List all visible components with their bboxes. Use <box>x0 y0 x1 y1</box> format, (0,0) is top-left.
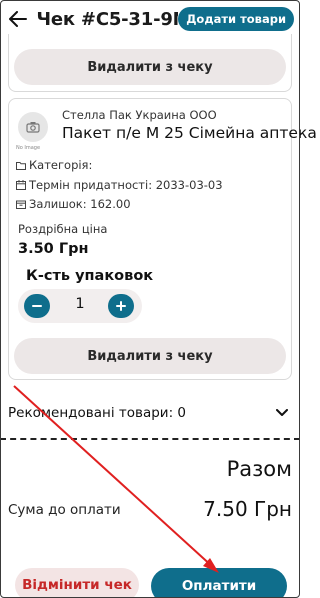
bottom-action-bar: Відмінити чек Оплатити <box>0 560 300 598</box>
product-name: Пакет п/е М 25 Сімейна аптека <box>62 124 317 142</box>
supplier-name: Стелла Пак Украина ООО <box>62 108 217 122</box>
quantity-label: К-сть упаковок <box>26 268 154 284</box>
product-image-placeholder <box>18 112 48 142</box>
cancel-receipt-button[interactable]: Відмінити чек <box>15 568 139 598</box>
recommended-label: Рекомендовані товари: 0 <box>8 405 186 421</box>
camera-icon <box>26 122 40 133</box>
stock-text: Залишок: 162.00 <box>29 197 131 211</box>
remove-from-receipt-button[interactable]: Видалити з чеку <box>14 338 286 374</box>
price-label: Роздрібна ціна <box>18 222 108 236</box>
add-products-button[interactable]: Додати товари <box>178 7 294 31</box>
category-text: Категорія: <box>29 158 93 172</box>
quantity-value[interactable]: 1 <box>74 296 86 312</box>
total-title: Разом <box>226 457 292 481</box>
quantity-stepper: 1 <box>18 289 142 323</box>
pay-button[interactable]: Оплатити <box>151 568 287 598</box>
page-title: Чек #C5-31-9M... <box>36 8 179 30</box>
back-arrow-icon[interactable] <box>8 8 29 30</box>
remove-from-receipt-button[interactable]: Видалити з чеку <box>14 49 286 85</box>
expiry-row: Термін придатності: 2033-03-03 <box>16 178 223 192</box>
stock-row: Залишок: 162.00 <box>16 197 131 211</box>
amount-due-value: 7.50 Грн <box>203 497 292 521</box>
divider <box>0 438 300 440</box>
plus-icon <box>116 301 126 311</box>
top-app-bar: Чек #C5-31-9M... Додати товари <box>0 0 300 38</box>
minus-icon <box>32 305 42 307</box>
calendar-icon <box>16 180 26 190</box>
expiry-text: Термін придатності: 2033-03-03 <box>29 178 223 192</box>
decrease-quantity-button[interactable] <box>24 294 50 318</box>
increase-quantity-button[interactable] <box>108 294 134 318</box>
amount-due-label: Сума до оплати <box>8 502 121 518</box>
price-value: 3.50 Грн <box>18 241 89 257</box>
category-row: Категорія: <box>16 158 92 172</box>
box-icon <box>16 200 26 209</box>
image-caption: No Image <box>16 145 41 151</box>
chevron-down-icon <box>276 409 288 416</box>
folder-icon <box>16 161 26 170</box>
recommended-products-toggle[interactable]: Рекомендовані товари: 0 <box>8 405 292 421</box>
